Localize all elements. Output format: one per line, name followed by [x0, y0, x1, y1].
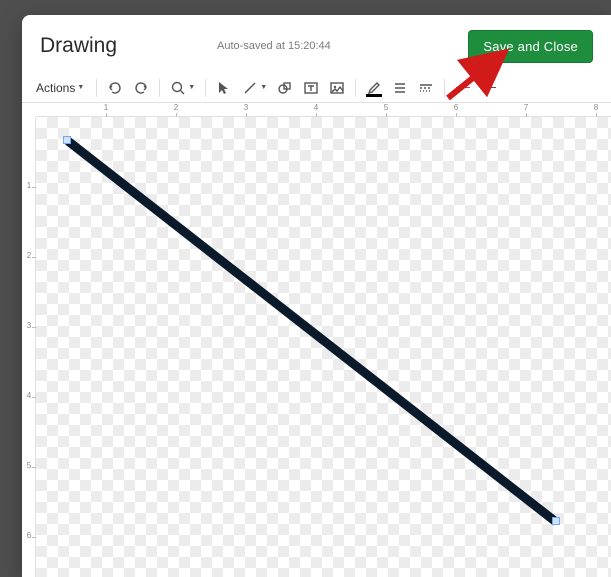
- line-tool[interactable]: ▼: [238, 76, 271, 100]
- ruler-tick: 6: [22, 531, 36, 543]
- toolbar-divider: [205, 79, 206, 97]
- chevron-down-icon: ▼: [77, 84, 84, 91]
- zoom-icon: [170, 80, 186, 96]
- ruler-tick: 5: [376, 103, 396, 112]
- toolbar-divider: [96, 79, 97, 97]
- line-dash-icon: [418, 80, 434, 96]
- ruler-tick: 1: [96, 103, 116, 112]
- line-weight-button[interactable]: [388, 76, 412, 100]
- chevron-down-icon: ▼: [188, 84, 195, 91]
- ruler-vertical: 1 2 3 4 5 6: [22, 117, 36, 577]
- shape-icon: [277, 80, 293, 96]
- redo-button[interactable]: [129, 76, 153, 100]
- zoom-menu[interactable]: ▼: [166, 76, 199, 100]
- textbox-icon: [303, 80, 319, 96]
- ruler-tick: 2: [22, 251, 36, 263]
- cursor-icon: [216, 80, 232, 96]
- line-weight-icon: [392, 80, 408, 96]
- ruler-tick: 1: [22, 181, 36, 193]
- line-end-icon: [482, 87, 496, 88]
- chevron-down-icon: ▼: [260, 84, 267, 91]
- textbox-tool[interactable]: [299, 76, 323, 100]
- toolbar-divider: [355, 79, 356, 97]
- ruler-tick: 2: [166, 103, 186, 112]
- drawn-line-shape[interactable]: [36, 117, 611, 577]
- toolbar: Actions ▼ ▼ ▼: [22, 73, 611, 103]
- image-icon: [329, 80, 345, 96]
- shape-tool[interactable]: [273, 76, 297, 100]
- ruler-tick: 5: [22, 461, 36, 473]
- line-dash-button[interactable]: [414, 76, 438, 100]
- toolbar-divider: [159, 79, 160, 97]
- toolbar-divider: [444, 79, 445, 97]
- save-and-close-button[interactable]: Save and Close: [468, 30, 593, 63]
- line-color-chip: [366, 94, 382, 97]
- canvas-area: 1 2 3 4 5 6 7 8 1 2 3 4 5 6: [22, 103, 611, 577]
- dialog-header: Drawing Auto-saved at 15:20:44 Save and …: [22, 15, 611, 73]
- dialog-title: Drawing: [40, 34, 117, 58]
- line-start-button[interactable]: [451, 76, 475, 100]
- drawing-dialog: Drawing Auto-saved at 15:20:44 Save and …: [22, 15, 611, 577]
- drawing-canvas[interactable]: [36, 117, 611, 577]
- ruler-tick: 3: [236, 103, 256, 112]
- undo-icon: [107, 80, 123, 96]
- ruler-tick: 4: [22, 391, 36, 403]
- autosave-status: Auto-saved at 15:20:44: [117, 40, 468, 52]
- undo-button[interactable]: [103, 76, 127, 100]
- ruler-tick: 8: [586, 103, 606, 112]
- ruler-horizontal: 1 2 3 4 5 6 7 8: [36, 103, 611, 117]
- image-tool[interactable]: [325, 76, 349, 100]
- line-start-icon: [456, 87, 470, 88]
- line-handle-end[interactable]: [552, 517, 560, 525]
- line-end-button[interactable]: [477, 76, 501, 100]
- line-icon: [242, 80, 258, 96]
- line-handle-start[interactable]: [63, 136, 71, 144]
- select-tool[interactable]: [212, 76, 236, 100]
- ruler-tick: 3: [22, 321, 36, 333]
- line-color-button[interactable]: [362, 76, 386, 100]
- redo-icon: [133, 80, 149, 96]
- actions-label: Actions: [36, 81, 75, 95]
- ruler-tick: 7: [516, 103, 536, 112]
- actions-menu[interactable]: Actions ▼: [30, 76, 90, 100]
- ruler-tick: 4: [306, 103, 326, 112]
- ruler-tick: 6: [446, 103, 466, 112]
